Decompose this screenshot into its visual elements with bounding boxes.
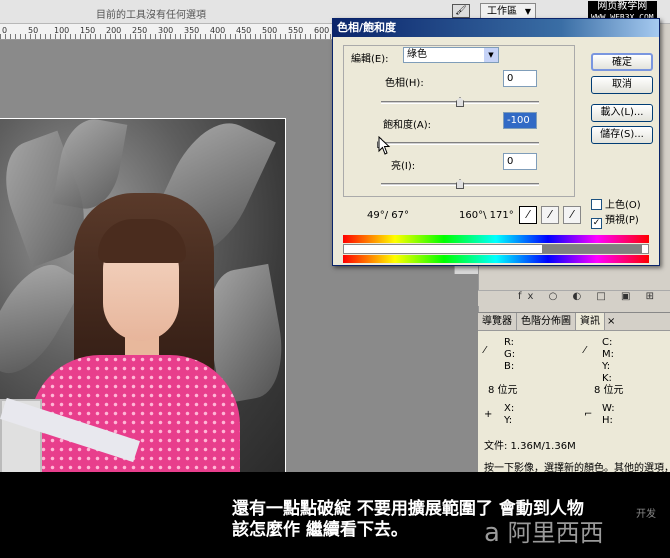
tab-histogram[interactable]: 色階分佈圖 xyxy=(517,313,576,330)
ruler-tick-label: 200 xyxy=(106,26,122,35)
dialog-title[interactable]: 色相/飽和度 xyxy=(333,19,659,37)
preview-label: 預視(P) xyxy=(605,215,639,226)
ruler-tick-label: 150 xyxy=(80,26,96,35)
checkbox-box: ✓ xyxy=(591,218,602,229)
brush-preset-icon[interactable]: 🖌 xyxy=(452,4,470,18)
cancel-button[interactable]: 取消 xyxy=(591,76,653,94)
info-bits-right: 8 位元 xyxy=(594,385,624,396)
color-spectrum-bottom xyxy=(343,255,649,263)
site-logo: a 阿里西西 xyxy=(484,513,604,548)
info-readout: ⁄ R: G: B: ⁄ C: M: Y: K: 8 位元 8 位元 + X: … xyxy=(478,331,670,474)
load-button[interactable]: 載入(L)... xyxy=(591,104,653,122)
saturation-input[interactable] xyxy=(503,112,537,129)
info-panel: 導覽器 色階分佈圖 資訊 × ⁄ R: G: B: ⁄ C: M: Y: K: 8 位… xyxy=(478,312,670,474)
site-watermark-line1: 网页教学网 xyxy=(588,1,657,13)
horizontal-ruler[interactable]: 0 50 100 150 200 250 300 350 400 450 500 550 600 xyxy=(0,24,340,40)
info-file-size: 文件: 1.36M/1.36M xyxy=(484,441,576,452)
eyedropper-plus-icon[interactable]: ⁄ xyxy=(541,206,559,224)
eyedropper-icon[interactable]: ⁄ xyxy=(519,206,537,224)
eyedropper-icon: ⁄ xyxy=(584,345,586,356)
range-left-readout: 49°/ 67° xyxy=(367,210,409,221)
info-bits-left: 8 位元 xyxy=(488,385,518,396)
edit-channel-value: 綠色 xyxy=(407,49,427,60)
info-x: X: xyxy=(504,403,515,414)
ruler-tick-label: 250 xyxy=(132,26,148,35)
hue-input[interactable] xyxy=(503,70,537,87)
document-image[interactable] xyxy=(0,118,286,474)
watermark-small: 开发 xyxy=(636,509,656,520)
ruler-tick-label: 400 xyxy=(210,26,226,35)
adjustment-group xyxy=(343,45,575,197)
lightness-input[interactable] xyxy=(503,153,537,170)
close-icon[interactable]: × xyxy=(605,315,617,328)
preview-checkbox[interactable]: ✓ 預視(P) xyxy=(591,211,639,229)
eyedropper-icon: ⁄ xyxy=(484,345,486,356)
ruler-tick-label: 450 xyxy=(236,26,252,35)
saturation-label: 飽和度(A): xyxy=(383,120,432,131)
info-w: W: xyxy=(602,403,615,414)
color-range-bar[interactable] xyxy=(343,244,649,254)
hue-label: 色相(H): xyxy=(385,78,424,89)
edit-label: 編輯(E): xyxy=(351,54,389,65)
saturation-slider[interactable] xyxy=(381,142,539,145)
save-button[interactable]: 儲存(S)... xyxy=(591,126,653,144)
colorize-label: 上色(O) xyxy=(605,200,641,211)
info-m: M: xyxy=(602,349,614,360)
ruler-tick-label: 550 xyxy=(288,26,304,35)
ruler-tick-label: 500 xyxy=(262,26,278,35)
logo-text: 阿里西西 xyxy=(507,519,604,547)
range-selection[interactable] xyxy=(542,245,642,253)
colorize-checkbox[interactable]: 上色(O) xyxy=(591,196,641,211)
color-spectrum-top xyxy=(343,235,649,243)
chevron-down-icon: ▼ xyxy=(484,48,498,62)
ok-button[interactable]: 確定 xyxy=(591,53,653,71)
eyedropper-minus-icon[interactable]: ⁄ xyxy=(563,206,581,224)
info-c: C: xyxy=(602,337,613,348)
info-g: G: xyxy=(504,349,516,360)
mouse-pointer-icon xyxy=(378,136,391,155)
info-y: Y: xyxy=(602,361,611,372)
tab-navigator[interactable]: 導覽器 xyxy=(478,313,517,330)
ruler-tick-label: 0 xyxy=(2,26,8,35)
range-right-readout: 160°\ 171° xyxy=(459,210,514,221)
workspace-label: 工作區 xyxy=(487,6,517,17)
ruler-tick-label: 50 xyxy=(28,26,39,35)
layers-toolbar[interactable]: fx ○ ◐ □ ▣ ⊞ xyxy=(478,290,670,306)
chevron-down-icon: ▼ xyxy=(524,7,531,16)
logo-mark: a xyxy=(484,518,500,548)
info-y-coord: Y: xyxy=(504,415,513,426)
tab-info[interactable]: 資訊 xyxy=(576,313,605,330)
ruler-tick-label: 600 xyxy=(314,26,330,35)
info-r: R: xyxy=(504,337,515,348)
ruler-tick-label: 300 xyxy=(158,26,174,35)
edit-channel-select[interactable]: 綠色 ▼ xyxy=(403,47,499,63)
info-h: H: xyxy=(602,415,613,426)
lightness-label: 亮(I): xyxy=(391,161,416,172)
ruler-tick-label: 350 xyxy=(184,26,200,35)
ruler-tick-label: 100 xyxy=(54,26,70,35)
crosshair-icon: + xyxy=(484,409,493,420)
info-b: B: xyxy=(504,361,515,372)
checkbox-box xyxy=(591,199,602,210)
info-panel-tabs: 導覽器 色階分佈圖 資訊 × xyxy=(478,313,670,331)
crop-icon: ⌐ xyxy=(584,409,593,420)
options-hint: 目前的工具沒有任何選項 xyxy=(96,10,206,21)
caption-line-2: 該怎麼作 繼續看下去。 xyxy=(232,520,408,540)
